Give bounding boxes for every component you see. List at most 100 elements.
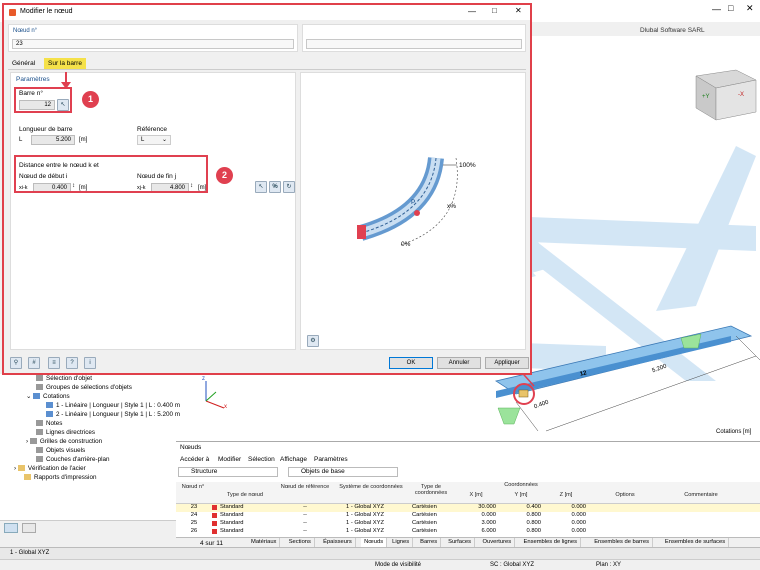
node-number-field[interactable]: 23 <box>12 39 294 49</box>
ok-button[interactable]: OK <box>389 357 433 369</box>
collapse-icon[interactable]: ⌄ <box>26 393 33 400</box>
status-sc[interactable]: SC : Global XYZ <box>490 562 534 568</box>
cell-z: 0.000 <box>571 520 586 526</box>
pick-position-icon[interactable]: ↖ <box>255 181 267 193</box>
callout-badge-1: 1 <box>82 91 99 108</box>
percent-toggle-icon[interactable]: % <box>269 181 281 193</box>
tree-item[interactable]: Lignes directrices <box>36 429 95 436</box>
cell-no: 23 <box>190 504 198 510</box>
tree-item[interactable]: 1 - Linéaire | Longueur | Style 1 | L : … <box>46 402 180 409</box>
tree-item[interactable]: Rapports d'impression <box>24 474 96 481</box>
table-row[interactable]: 26 Standard -- 1 - Global XYZ Cartésien 6.000… <box>176 528 760 536</box>
structure-select[interactable]: Structure <box>178 467 278 477</box>
color-swatch-icon <box>212 513 217 518</box>
cube-y-label: +Y <box>702 94 710 100</box>
col-header-coords: Coordonnées <box>504 482 538 488</box>
col-header-ref[interactable]: Nœud de référence <box>280 484 330 490</box>
illustration-options-icon[interactable]: ⚙ <box>307 335 319 347</box>
tree-item[interactable]: › Vérification de l'acier <box>14 465 86 472</box>
table-header: Nœud n° Type de nœud Nœud de référence S… <box>176 482 760 504</box>
table-row[interactable]: 23 Standard -- 1 - Global XYZ Cartésien 30.00… <box>176 504 760 512</box>
menu-edit[interactable]: Modifier <box>218 456 241 463</box>
object-type-select[interactable]: Objets de base <box>288 467 398 477</box>
node-number-label: Nœud n° <box>13 28 38 34</box>
minimize-icon[interactable]: — <box>712 4 721 14</box>
data-tab-icon[interactable] <box>4 523 18 533</box>
maximize-icon[interactable]: □ <box>728 3 733 13</box>
tab-general[interactable]: Général <box>12 60 35 67</box>
tree-item[interactable]: Objets visuels <box>36 447 85 454</box>
col-header-comment[interactable]: Commentaire <box>656 492 746 498</box>
col-header-x[interactable]: X [m] <box>456 492 496 498</box>
col-header-z[interactable]: Z [m] <box>546 492 586 498</box>
col-header-no[interactable]: Nœud n° <box>178 484 208 490</box>
parameters-pane: Paramètres Barre n° 12 ↖ Longueur de bar… <box>10 72 296 350</box>
menu-display[interactable]: Affichage <box>280 456 307 463</box>
col-header-options[interactable]: Options <box>602 492 648 498</box>
notes-icon <box>36 420 43 427</box>
layer-icon <box>36 456 43 463</box>
tree-item[interactable]: Sélection d'objet <box>36 375 92 382</box>
display-tab-icon[interactable] <box>22 523 36 533</box>
color-swatch-icon <box>212 529 217 534</box>
cell-z: 0.000 <box>571 528 586 534</box>
tree-item[interactable]: › Grilles de construction <box>26 438 102 445</box>
comment-group <box>302 24 526 52</box>
color-swatch-icon <box>212 505 217 510</box>
status-plan[interactable]: Plan : XY <box>596 562 621 568</box>
status-bar: Mode de visibilité SC : Global XYZ Plan … <box>0 559 760 570</box>
tree-item[interactable]: Couches d'arrière-plan <box>36 456 110 463</box>
cell-ctype: Cartésien <box>412 512 437 518</box>
cell-no: 26 <box>190 528 198 534</box>
table-row[interactable]: 25 Standard -- 1 - Global XYZ Cartésien 3.000… <box>176 520 760 528</box>
close-icon[interactable]: ✕ <box>746 3 754 14</box>
cell-ctype: Cartésien <box>412 504 437 510</box>
cell-cs: 1 - Global XYZ <box>346 528 385 534</box>
number-icon[interactable]: # <box>28 357 40 369</box>
apply-button[interactable]: Appliquer <box>485 357 529 369</box>
cell-cs: 1 - Global XYZ <box>346 512 385 518</box>
units-icon[interactable]: ≡ <box>48 357 60 369</box>
cell-x: 0.000 <box>481 512 496 518</box>
cell-ref: -- <box>303 512 307 518</box>
tree-item[interactable]: Groupes de sélections d'objets <box>36 384 132 391</box>
menu-goto[interactable]: Accéder à <box>180 456 209 463</box>
reference-label: Référence <box>137 126 167 133</box>
search-icon[interactable]: ⚲ <box>10 357 22 369</box>
visual-object-icon <box>36 447 43 454</box>
col-header-y[interactable]: Y [m] <box>501 492 541 498</box>
col-header-type[interactable]: Type de nœud <box>210 492 280 498</box>
tree-item[interactable]: Notes <box>36 420 62 427</box>
comment-field[interactable] <box>306 39 522 49</box>
help-icon[interactable]: ? <box>66 357 78 369</box>
axis-x-label: x <box>224 404 227 410</box>
col-header-cs[interactable]: Système de coordonnées <box>336 484 406 490</box>
menu-settings[interactable]: Paramètres <box>314 456 348 463</box>
coord-system-select[interactable]: 1 - Global XYZ <box>10 550 49 556</box>
label-point-p: P <box>411 199 416 206</box>
info-icon[interactable]: i <box>84 357 96 369</box>
col-header-ctype[interactable]: Type de coordonnées <box>406 484 456 496</box>
node-number-group: Nœud n° 23 <box>8 24 298 52</box>
callout-badge-2: 2 <box>216 167 233 184</box>
selection-icon <box>36 375 43 382</box>
menu-selection[interactable]: Sélection <box>248 456 275 463</box>
status-visibility[interactable]: Mode de visibilité <box>375 562 421 568</box>
illustration-pane: 100% P x% 0% ⚙ <box>300 72 526 350</box>
panel-title: Nœuds <box>180 444 202 451</box>
maximize-icon[interactable]: □ <box>492 6 497 15</box>
close-icon[interactable]: ✕ <box>515 6 522 15</box>
cell-type: Standard <box>220 520 244 526</box>
reference-select[interactable]: L ⌄ <box>137 135 171 145</box>
tree-item[interactable]: 2 - Linéaire | Longueur | Style 1 | L : … <box>46 411 180 418</box>
reverse-icon[interactable]: ↻ <box>283 181 295 193</box>
tab-on-member[interactable]: Sur la barre <box>44 58 86 69</box>
folder-icon <box>17 465 25 472</box>
pager-label: 4 sur 11 <box>200 540 224 547</box>
minimize-icon[interactable]: — <box>468 7 476 16</box>
label-100-percent: 100% <box>459 162 476 169</box>
table-row[interactable]: 24 Standard -- 1 - Global XYZ Cartésien 0.000… <box>176 512 760 520</box>
tree-item[interactable]: ⌄ Cotations <box>26 393 70 400</box>
cell-y: 0.800 <box>526 512 541 518</box>
cancel-button[interactable]: Annuler <box>437 357 481 369</box>
